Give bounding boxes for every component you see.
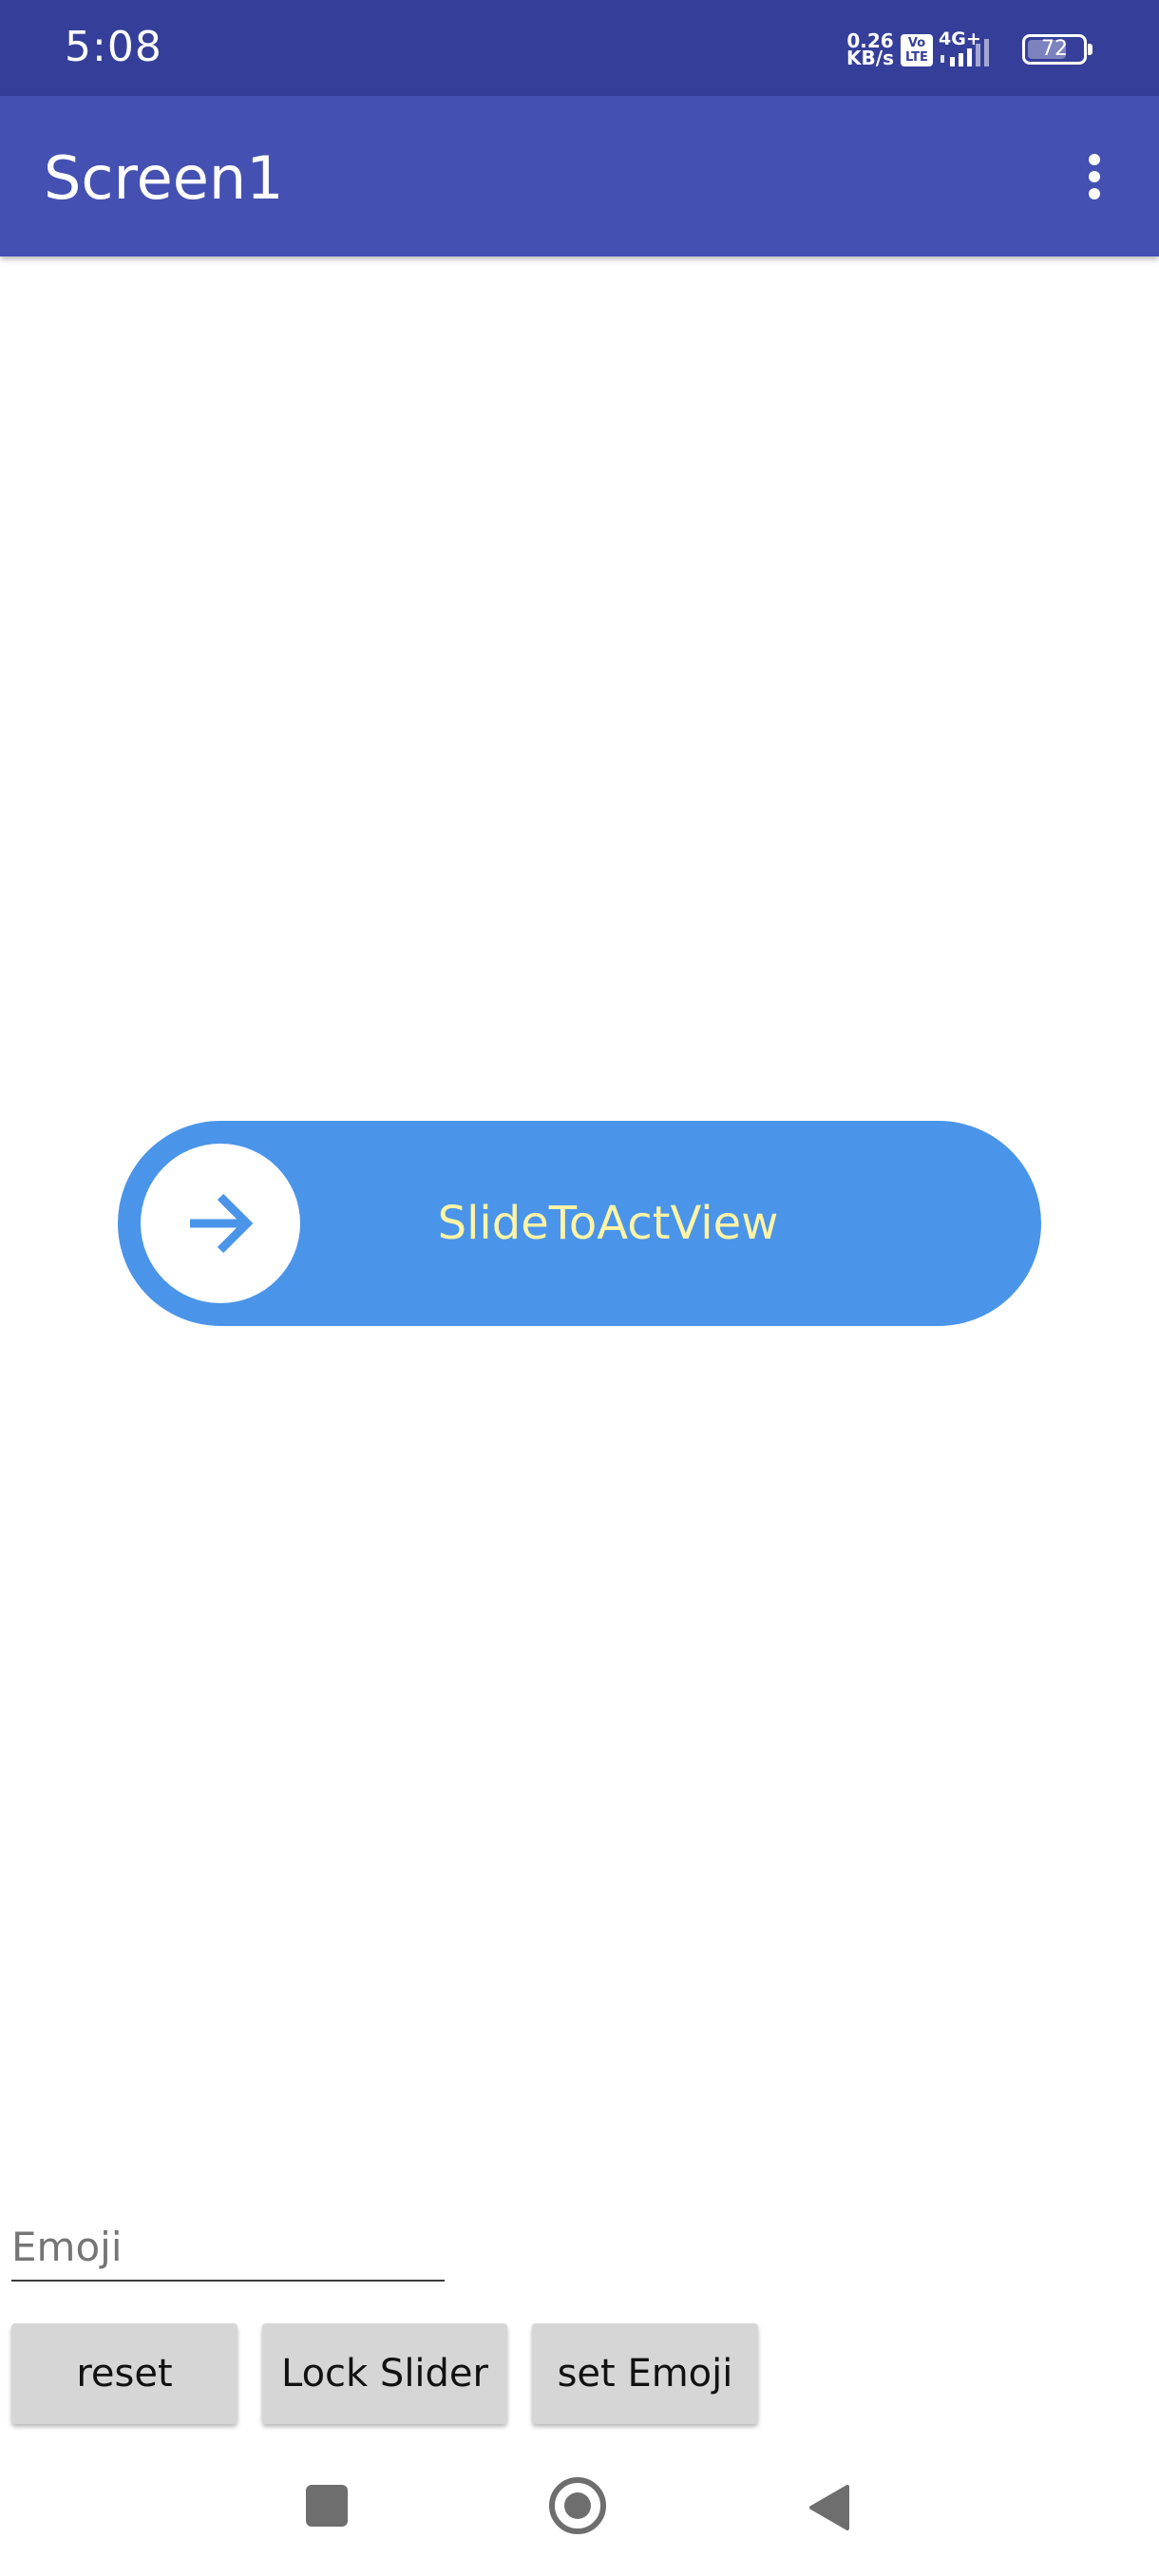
slider-knob[interactable] [141,1144,300,1303]
emoji-input[interactable] [11,2213,445,2282]
signal-icon: 4G+ [939,30,1009,68]
home-icon[interactable] [549,2477,606,2534]
home-icon-dot [564,2492,591,2519]
volte-line1: Vo [907,36,926,50]
overflow-menu-icon[interactable] [1074,148,1117,205]
battery-icon: 72 [1022,34,1094,66]
network-type: 4G+ [939,28,981,49]
back-icon[interactable] [808,2483,851,2532]
battery-level: 72 [1041,37,1068,61]
navigation-bar [0,2451,1159,2576]
battery-tip [1088,44,1092,55]
overflow-dot [1089,171,1100,182]
status-bar: 5:08 0.26 KB/s Vo LTE 4G+ 72 [0,0,1159,96]
volte-line2: LTE [905,50,928,65]
emoji-field[interactable] [11,2213,445,2282]
status-time: 5:08 [65,23,162,71]
overflow-dot [1089,154,1100,165]
app-bar: Screen1 [0,96,1159,256]
slider-label: SlideToActView [437,1197,779,1250]
screen-title: Screen1 [44,143,284,213]
recents-icon[interactable] [306,2485,348,2527]
lock-slider-button[interactable]: Lock Slider [262,2323,507,2424]
network-speed-unit: KB/s [846,47,894,69]
set-emoji-button[interactable]: set Emoji [532,2323,758,2424]
overflow-dot [1089,188,1100,199]
volte-icon: Vo LTE [901,34,933,66]
slide-to-act-view[interactable]: SlideToActView [118,1121,1041,1326]
network-speed: 0.26 KB/s [844,31,897,69]
arrow-right-icon [190,1193,254,1254]
reset-button[interactable]: reset [11,2323,238,2424]
